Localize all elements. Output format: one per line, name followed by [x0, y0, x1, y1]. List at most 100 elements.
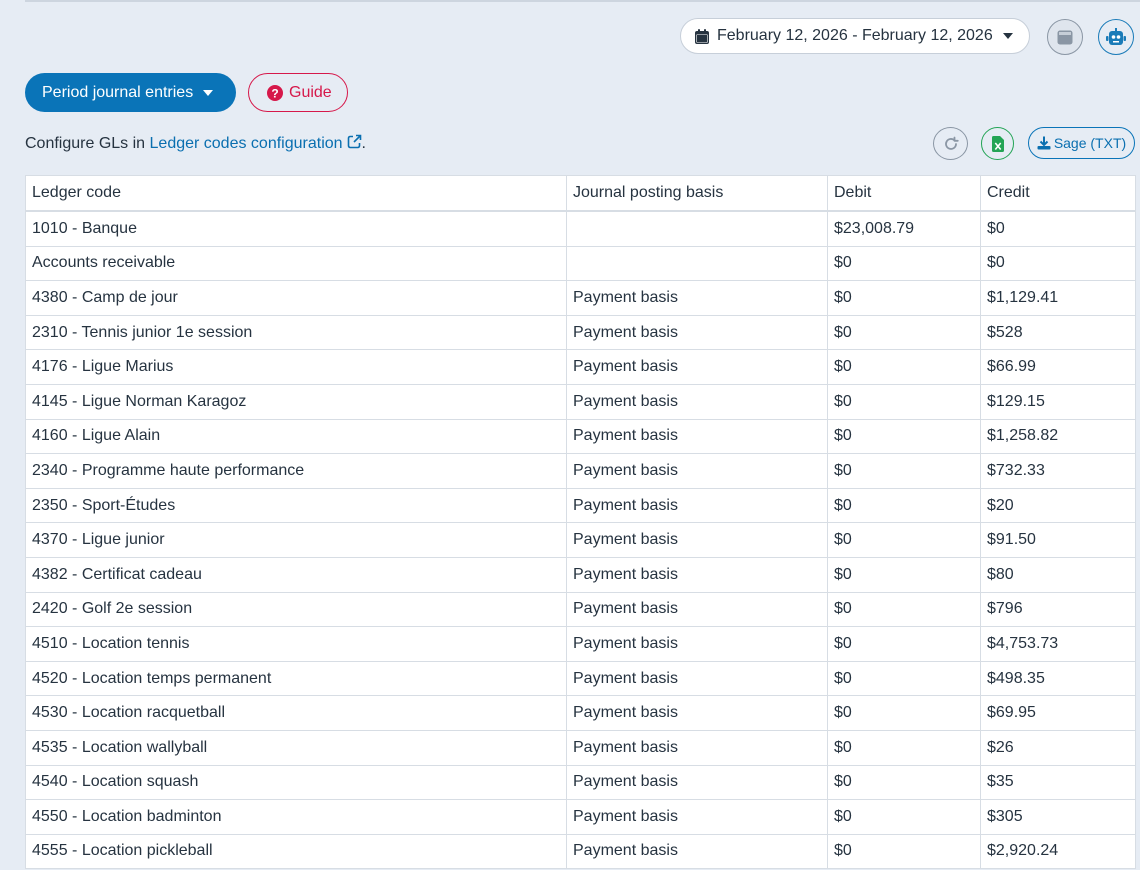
table-row: 4382 - Certificat cadeau Payment basis $0 $…	[25, 556, 1136, 593]
config-prefix: Configure GLs in	[25, 135, 150, 152]
table-row: 4550 - Location badminton Payment basis $0…	[25, 799, 1136, 835]
credit-cell: $91.50	[980, 522, 1136, 558]
config-note: Configure GLs in Ledger codes configurat…	[25, 134, 366, 153]
ledger-code-cell: 4535 - Location wallyball	[25, 729, 567, 766]
debit-cell: $0	[827, 729, 981, 766]
ledger-code-cell: 2350 - Sport-Études	[25, 487, 567, 524]
debit-cell: $0	[827, 453, 981, 489]
column-header-ledger-code[interactable]: Ledger code	[25, 175, 567, 212]
debit-cell: $0	[827, 522, 981, 558]
ledger-code-cell: 4555 - Location pickleball	[25, 833, 567, 870]
ledger-code-cell: 4510 - Location tennis	[25, 626, 567, 662]
posting-basis-cell	[566, 245, 828, 282]
table-row: Accounts receivable $0 $0	[25, 245, 1136, 282]
posting-basis-cell: Payment basis	[566, 280, 828, 316]
period-button-label: Period journal entries	[42, 83, 194, 101]
period-journal-entries-button[interactable]: Period journal entries	[25, 73, 236, 112]
posting-basis-cell	[566, 210, 828, 247]
posting-basis-cell: Payment basis	[566, 591, 828, 628]
column-header-posting-basis[interactable]: Journal posting basis	[566, 175, 828, 212]
table-row: 4176 - Ligue Marius Payment basis $0 $66.99	[25, 349, 1136, 385]
debit-cell: $0	[827, 695, 981, 731]
posting-basis-cell: Payment basis	[566, 418, 828, 455]
credit-cell: $1,258.82	[980, 418, 1136, 455]
debit-cell: $0	[827, 383, 981, 420]
ledger-code-cell: 4382 - Certificat cadeau	[25, 556, 567, 593]
credit-cell: $796	[980, 591, 1136, 628]
debit-cell: $0	[827, 314, 981, 351]
robot-button[interactable]	[1098, 19, 1134, 55]
ledger-code-cell: 1010 - Banque	[25, 210, 567, 247]
ledger-code-cell: 2420 - Golf 2e session	[25, 591, 567, 628]
credit-cell: $305	[980, 799, 1136, 835]
ledger-code-cell: 4520 - Location temps permanent	[25, 660, 567, 697]
credit-cell: $69.95	[980, 695, 1136, 731]
credit-cell: $35	[980, 764, 1136, 801]
credit-cell: $80	[980, 556, 1136, 593]
credit-cell: $732.33	[980, 453, 1136, 489]
date-range-picker[interactable]: February 12, 2026 - February 12, 2026	[680, 18, 1030, 54]
posting-basis-cell: Payment basis	[566, 383, 828, 420]
column-header-credit[interactable]: Credit	[980, 175, 1136, 212]
credit-cell: $0	[980, 245, 1136, 282]
ledger-code-cell: 4540 - Location squash	[25, 764, 567, 801]
table-row: 4370 - Ligue junior Payment basis $0 $91.50	[25, 522, 1136, 558]
download-icon	[1037, 136, 1051, 150]
posting-basis-cell: Payment basis	[566, 556, 828, 593]
table-row: 4535 - Location wallyball Payment basis $0…	[25, 729, 1136, 766]
ledger-code-cell: 4380 - Camp de jour	[25, 280, 567, 316]
chevron-down-icon	[1002, 33, 1013, 39]
config-suffix: .	[361, 135, 366, 152]
excel-export-button[interactable]	[981, 127, 1014, 160]
ledger-table: Ledger code Journal posting basis Debit …	[25, 175, 1136, 870]
debit-cell: $0	[827, 660, 981, 697]
ledger-code-cell: 4370 - Ligue junior	[25, 522, 567, 558]
table-row: 4160 - Ligue Alain Payment basis $0 $1,258.…	[25, 418, 1136, 455]
credit-cell: $528	[980, 314, 1136, 351]
ledger-codes-configuration-link[interactable]: Ledger codes configuration	[149, 134, 362, 152]
credit-cell: $0	[980, 210, 1136, 247]
debit-cell: $0	[827, 799, 981, 835]
refresh-button[interactable]	[933, 127, 968, 160]
svg-text:?: ?	[271, 86, 278, 100]
debit-cell: $0	[827, 418, 981, 455]
robot-icon	[1106, 28, 1126, 45]
debit-cell: $0	[827, 626, 981, 662]
excel-icon	[991, 135, 1004, 152]
ledger-code-cell: 2310 - Tennis junior 1e session	[25, 314, 567, 351]
credit-cell: $20	[980, 487, 1136, 524]
table-row: 4540 - Location squash Payment basis $0 $35	[25, 764, 1136, 801]
table-row: 4555 - Location pickleball Payment basis $…	[25, 833, 1136, 870]
table-row: 4520 - Location temps permanent Payment b…	[25, 660, 1136, 697]
posting-basis-cell: Payment basis	[566, 349, 828, 385]
caret-down-icon	[203, 89, 214, 96]
debit-cell: $0	[827, 280, 981, 316]
ledger-code-cell: 4550 - Location badminton	[25, 799, 567, 835]
date-range-label: February 12, 2026 - February 12, 2026	[717, 27, 993, 44]
posting-basis-cell: Payment basis	[566, 314, 828, 351]
ledger-code-cell: 4176 - Ligue Marius	[25, 349, 567, 385]
debit-cell: $23,008.79	[827, 210, 981, 247]
refresh-icon	[944, 136, 959, 150]
table-row: 4145 - Ligue Norman Karagoz Payment basis…	[25, 383, 1136, 420]
debit-cell: $0	[827, 487, 981, 524]
window-button[interactable]	[1047, 19, 1083, 55]
column-header-debit[interactable]: Debit	[827, 175, 981, 212]
ledger-codes-link-label: Ledger codes configuration	[149, 135, 343, 152]
sage-export-button[interactable]: Sage (TXT)	[1028, 127, 1135, 159]
calendar-icon	[695, 28, 709, 44]
debit-cell: $0	[827, 245, 981, 282]
debit-cell: $0	[827, 833, 981, 870]
table-row: 4380 - Camp de jour Payment basis $0 $1,129…	[25, 280, 1136, 316]
posting-basis-cell: Payment basis	[566, 453, 828, 489]
posting-basis-cell: Payment basis	[566, 695, 828, 731]
posting-basis-cell: Payment basis	[566, 522, 828, 558]
credit-cell: $498.35	[980, 660, 1136, 697]
external-link-icon	[347, 134, 361, 149]
table-row: 4530 - Location racquetball Payment basis…	[25, 695, 1136, 731]
guide-button[interactable]: ? Guide	[248, 73, 348, 112]
posting-basis-cell: Payment basis	[566, 729, 828, 766]
window-icon	[1057, 30, 1073, 44]
debit-cell: $0	[827, 591, 981, 628]
posting-basis-cell: Payment basis	[566, 626, 828, 662]
